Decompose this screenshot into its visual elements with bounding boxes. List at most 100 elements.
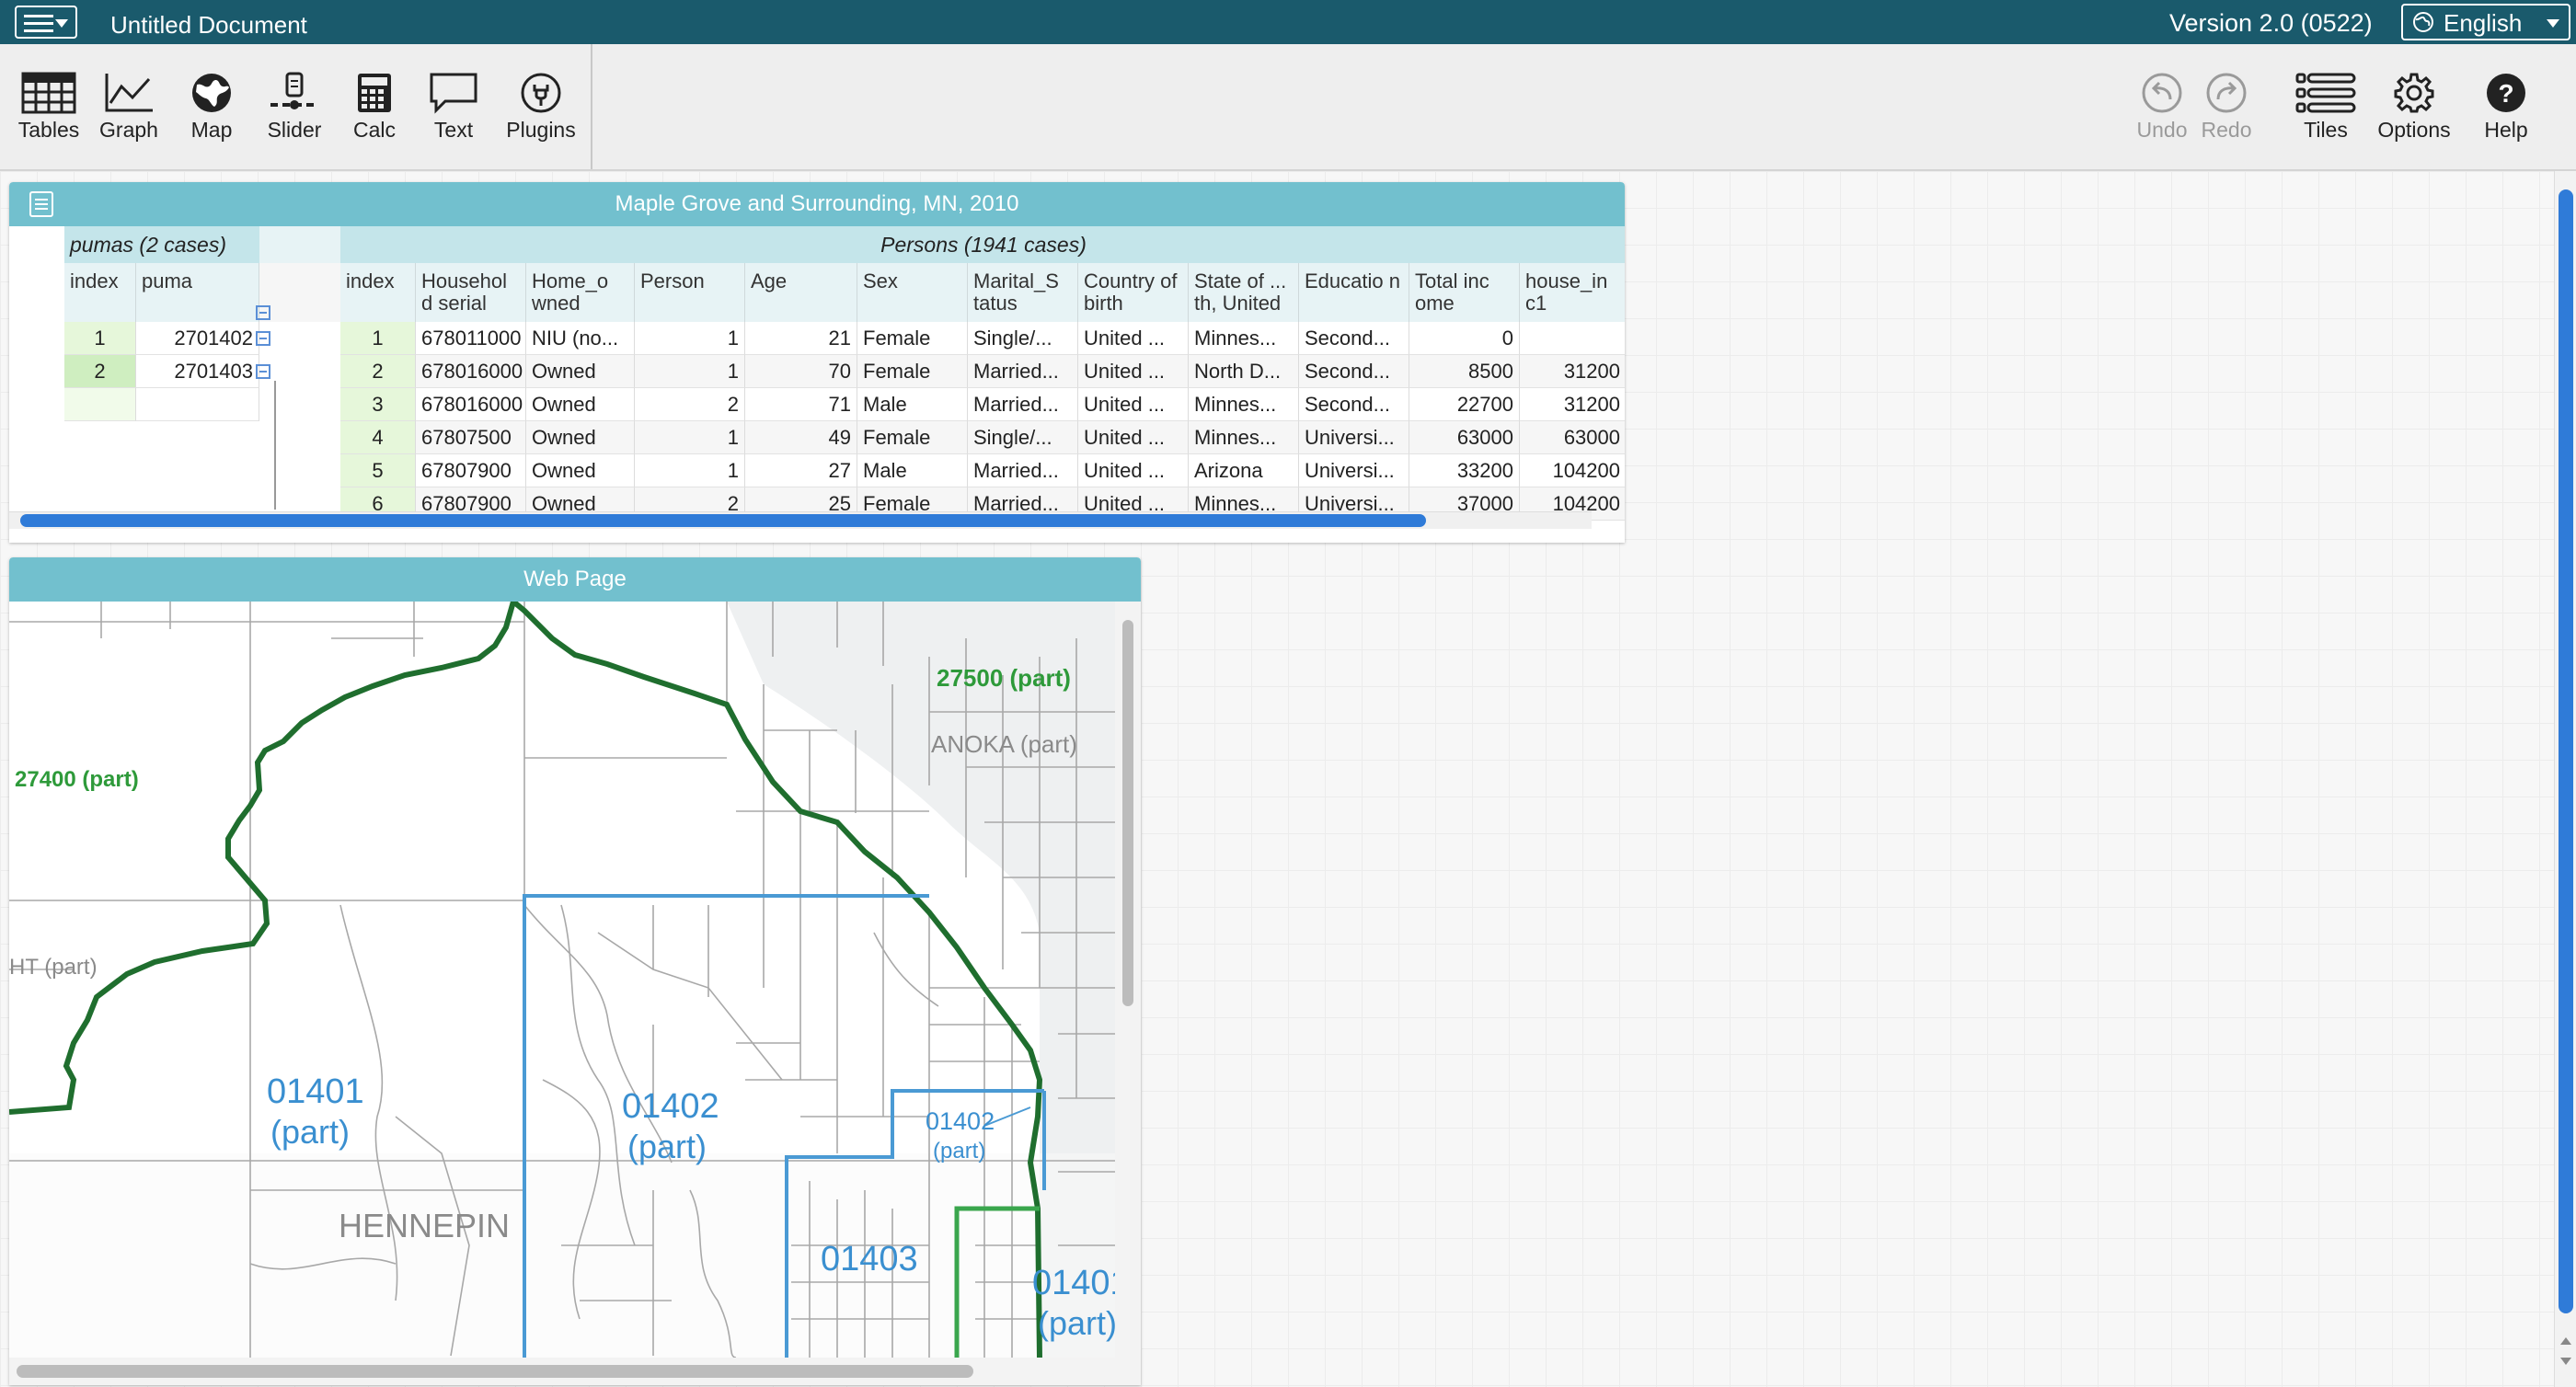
column-header-0[interactable]: index: [340, 263, 416, 322]
tiles-button[interactable]: Tiles: [2291, 72, 2361, 143]
child-cell[interactable]: 67807500: [416, 421, 526, 454]
child-cell[interactable]: 63000: [1520, 421, 1625, 454]
column-header-3[interactable]: Person: [635, 263, 745, 322]
child-cell[interactable]: North D...: [1189, 355, 1299, 388]
column-header-5[interactable]: Sex: [857, 263, 968, 322]
child-cell[interactable]: Married...: [968, 355, 1078, 388]
child-cell[interactable]: Owned: [526, 421, 635, 454]
collapse-row-icon[interactable]: [256, 364, 270, 379]
column-header-2[interactable]: Home_o wned: [526, 263, 635, 322]
child-cell[interactable]: Female: [857, 355, 968, 388]
child-cell[interactable]: Married...: [968, 454, 1078, 487]
text-tool-button[interactable]: Text: [425, 72, 482, 143]
child-cell[interactable]: Second...: [1299, 388, 1409, 421]
child-cell[interactable]: 2: [635, 388, 745, 421]
child-cell[interactable]: 1: [635, 355, 745, 388]
case-table-title-bar[interactable]: Maple Grove and Surrounding, MN, 2010: [9, 182, 1625, 226]
child-cell[interactable]: United ...: [1078, 322, 1189, 355]
child-cell[interactable]: Owned: [526, 454, 635, 487]
child-cell[interactable]: Minnes...: [1189, 421, 1299, 454]
child-cell[interactable]: Universi...: [1299, 454, 1409, 487]
hamburger-menu-icon[interactable]: [15, 6, 77, 39]
document-title[interactable]: Untitled Document: [110, 11, 307, 40]
language-menu[interactable]: English: [2401, 4, 2570, 40]
scrollbar-thumb[interactable]: [1122, 620, 1133, 1006]
child-cell[interactable]: 67807900: [416, 454, 526, 487]
child-cell[interactable]: NIU (no...: [526, 322, 635, 355]
child-cell[interactable]: United ...: [1078, 355, 1189, 388]
parent-row-index[interactable]: 2: [64, 355, 136, 388]
scrollbar-thumb[interactable]: [17, 1365, 973, 1378]
column-header-puma[interactable]: puma: [136, 263, 259, 322]
child-cell[interactable]: 33200: [1409, 454, 1520, 487]
child-collection-header[interactable]: Persons (1941 cases): [340, 226, 1625, 263]
map-tool-button[interactable]: Map: [180, 72, 243, 143]
column-header-6[interactable]: Marital_S tatus: [968, 263, 1078, 322]
collapse-row-icon[interactable]: [256, 331, 270, 346]
graph-tool-button[interactable]: Graph: [98, 72, 160, 143]
help-button[interactable]: ? Help: [2477, 72, 2536, 143]
parent-row-index[interactable]: 1: [64, 322, 136, 355]
child-cell[interactable]: Minnes...: [1189, 322, 1299, 355]
child-cell[interactable]: [1520, 322, 1625, 355]
case-table-tile[interactable]: Maple Grove and Surrounding, MN, 2010 pu…: [9, 182, 1625, 543]
scroll-down-icon[interactable]: [2560, 1358, 2571, 1365]
undo-button[interactable]: Undo: [2133, 72, 2191, 143]
web-page-tile[interactable]: Web Page 27500 (part) ANOKA (part) 27400…: [9, 557, 1141, 1385]
child-cell[interactable]: 63000: [1409, 421, 1520, 454]
parent-row-puma[interactable]: 2701403: [136, 355, 259, 388]
redo-button[interactable]: Redo: [2197, 72, 2256, 143]
scrollbar-thumb[interactable]: [20, 514, 1426, 527]
calc-tool-button[interactable]: Calc: [344, 72, 405, 143]
tables-tool-button[interactable]: Tables: [17, 72, 81, 143]
child-cell[interactable]: 27: [745, 454, 857, 487]
child-cell[interactable]: Second...: [1299, 322, 1409, 355]
child-cell[interactable]: 31200: [1520, 355, 1625, 388]
child-cell[interactable]: 31200: [1520, 388, 1625, 421]
child-cell[interactable]: 678016000: [416, 355, 526, 388]
child-cell[interactable]: 70: [745, 355, 857, 388]
slider-tool-button[interactable]: Slider: [261, 72, 328, 143]
scrollbar-thumb[interactable]: [2559, 189, 2573, 1313]
child-cell[interactable]: 1: [635, 322, 745, 355]
child-cell[interactable]: Male: [857, 454, 968, 487]
child-cell[interactable]: Universi...: [1299, 421, 1409, 454]
scroll-up-icon[interactable]: [2560, 1337, 2571, 1345]
child-cell[interactable]: Single/...: [968, 421, 1078, 454]
options-button[interactable]: Options: [2374, 72, 2455, 143]
web-page-title-bar[interactable]: Web Page: [9, 557, 1141, 602]
child-cell[interactable]: 0: [1409, 322, 1520, 355]
child-cell[interactable]: 1: [635, 454, 745, 487]
column-header-1[interactable]: Househol d serial: [416, 263, 526, 322]
child-cell[interactable]: 1: [635, 421, 745, 454]
child-cell[interactable]: Married...: [968, 388, 1078, 421]
child-cell[interactable]: 678016000: [416, 388, 526, 421]
child-cell[interactable]: Owned: [526, 388, 635, 421]
column-header-9[interactable]: Educatio n: [1299, 263, 1409, 322]
child-cell[interactable]: United ...: [1078, 454, 1189, 487]
puma-map[interactable]: 27500 (part) ANOKA (part) 27400 (part) H…: [9, 602, 1115, 1358]
child-cell[interactable]: Female: [857, 322, 968, 355]
child-cell[interactable]: 21: [745, 322, 857, 355]
case-table-horizontal-scrollbar[interactable]: [9, 511, 1592, 529]
plugins-tool-button[interactable]: Plugins: [504, 72, 578, 143]
column-header-11[interactable]: house_in c1: [1520, 263, 1625, 322]
child-cell[interactable]: 22700: [1409, 388, 1520, 421]
collapse-all-icon[interactable]: [256, 305, 270, 320]
child-cell[interactable]: United ...: [1078, 421, 1189, 454]
child-cell[interactable]: 678011000: [416, 322, 526, 355]
child-cell[interactable]: 49: [745, 421, 857, 454]
column-header-index[interactable]: index: [64, 263, 136, 322]
column-header-8[interactable]: State of ... th, United: [1189, 263, 1299, 322]
child-cell[interactable]: United ...: [1078, 388, 1189, 421]
child-cell[interactable]: Owned: [526, 355, 635, 388]
child-cell[interactable]: 71: [745, 388, 857, 421]
child-cell[interactable]: Minnes...: [1189, 388, 1299, 421]
parent-row-puma[interactable]: 2701402: [136, 322, 259, 355]
child-cell[interactable]: Male: [857, 388, 968, 421]
parent-new-row-cell[interactable]: [136, 388, 259, 421]
child-cell[interactable]: 8500: [1409, 355, 1520, 388]
table-icon[interactable]: [29, 191, 53, 217]
web-page-vertical-scrollbar[interactable]: [1115, 602, 1141, 1358]
document-vertical-scrollbar[interactable]: [2554, 171, 2576, 1387]
